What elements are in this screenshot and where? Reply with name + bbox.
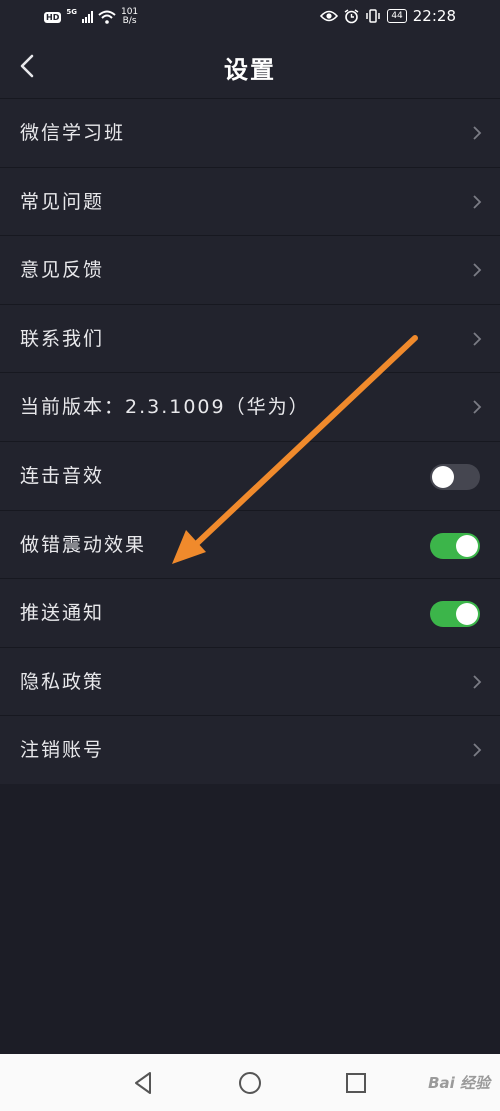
back-triangle-icon[interactable] [130, 1069, 158, 1097]
settings-item-feedback[interactable]: 意见反馈 [0, 235, 500, 304]
battery-icon: 44 [387, 9, 407, 23]
settings-item-label: 隐私政策 [20, 670, 105, 693]
hd-badge: HD [44, 11, 62, 23]
settings-item-error-vibration: 做错震动效果 [0, 509, 500, 579]
settings-item-version[interactable]: 当前版本：2.3.1009（华为） [0, 372, 500, 441]
settings-item-wechat-class[interactable]: 微信学习班 [0, 98, 500, 167]
net-speed-unit: B/s [122, 16, 137, 26]
settings-item-label: 当前版本：2.3.1009（华为） [20, 396, 310, 419]
watermark: Bai 经验 [428, 1074, 490, 1092]
alarm-icon [344, 8, 359, 23]
chevron-right-icon [473, 126, 482, 140]
settings-item-label: 做错震动效果 [20, 533, 147, 556]
app-header: 设置 [0, 34, 500, 98]
chevron-right-icon [473, 400, 482, 415]
net-speed: 101 B/s [121, 8, 138, 26]
wifi-icon [98, 10, 116, 24]
eye-icon [320, 10, 339, 22]
home-circle-icon[interactable] [236, 1069, 264, 1097]
settings-item-label: 推送通知 [20, 602, 105, 625]
settings-item-label: 联系我们 [20, 327, 105, 350]
toggle-knob [456, 534, 478, 557]
settings-item-label: 常见问题 [20, 190, 105, 213]
error-vibration-toggle[interactable] [430, 532, 480, 559]
page-title: 设置 [224, 56, 276, 84]
chevron-right-icon [473, 743, 482, 757]
chevron-right-icon [473, 675, 482, 689]
settings-item-contact-us[interactable]: 联系我们 [0, 303, 500, 373]
system-nav-bar: Bai 经验 [0, 1054, 500, 1111]
settings-item-label: 注销账号 [20, 739, 105, 762]
toggle-knob [432, 465, 454, 488]
network-type: 5G [66, 8, 77, 16]
settings-item-label: 微信学习班 [20, 122, 126, 144]
toggle-knob [456, 603, 478, 626]
chevron-right-icon [473, 194, 482, 209]
settings-item-combo-sound: 连击音效 [0, 440, 500, 510]
settings-list: 微信学习班 常见问题 意见反馈 联系我们 当前版本：2.3.1009（华为） 连… [0, 98, 500, 784]
push-notifications-toggle[interactable] [430, 601, 480, 628]
settings-item-privacy-policy[interactable]: 隐私政策 [0, 646, 500, 716]
settings-item-label: 意见反馈 [20, 259, 105, 282]
recents-square-icon[interactable] [342, 1069, 370, 1097]
signal-icon [81, 11, 93, 23]
settings-item-push-notifications: 推送通知 [0, 578, 500, 647]
status-left: HD 5G 101 B/s [44, 8, 138, 26]
settings-item-delete-account[interactable]: 注销账号 [0, 715, 500, 784]
status-bar: HD 5G 101 B/s 44 22:28 [0, 0, 500, 34]
clock: 22:28 [412, 7, 456, 25]
vibrate-icon [366, 9, 381, 23]
status-right: 44 22:28 [320, 7, 456, 25]
chevron-right-icon [473, 332, 482, 346]
combo-sound-toggle[interactable] [430, 463, 480, 490]
chevron-right-icon [473, 263, 482, 277]
settings-item-faq[interactable]: 常见问题 [0, 166, 500, 236]
settings-item-label: 连击音效 [20, 464, 105, 487]
